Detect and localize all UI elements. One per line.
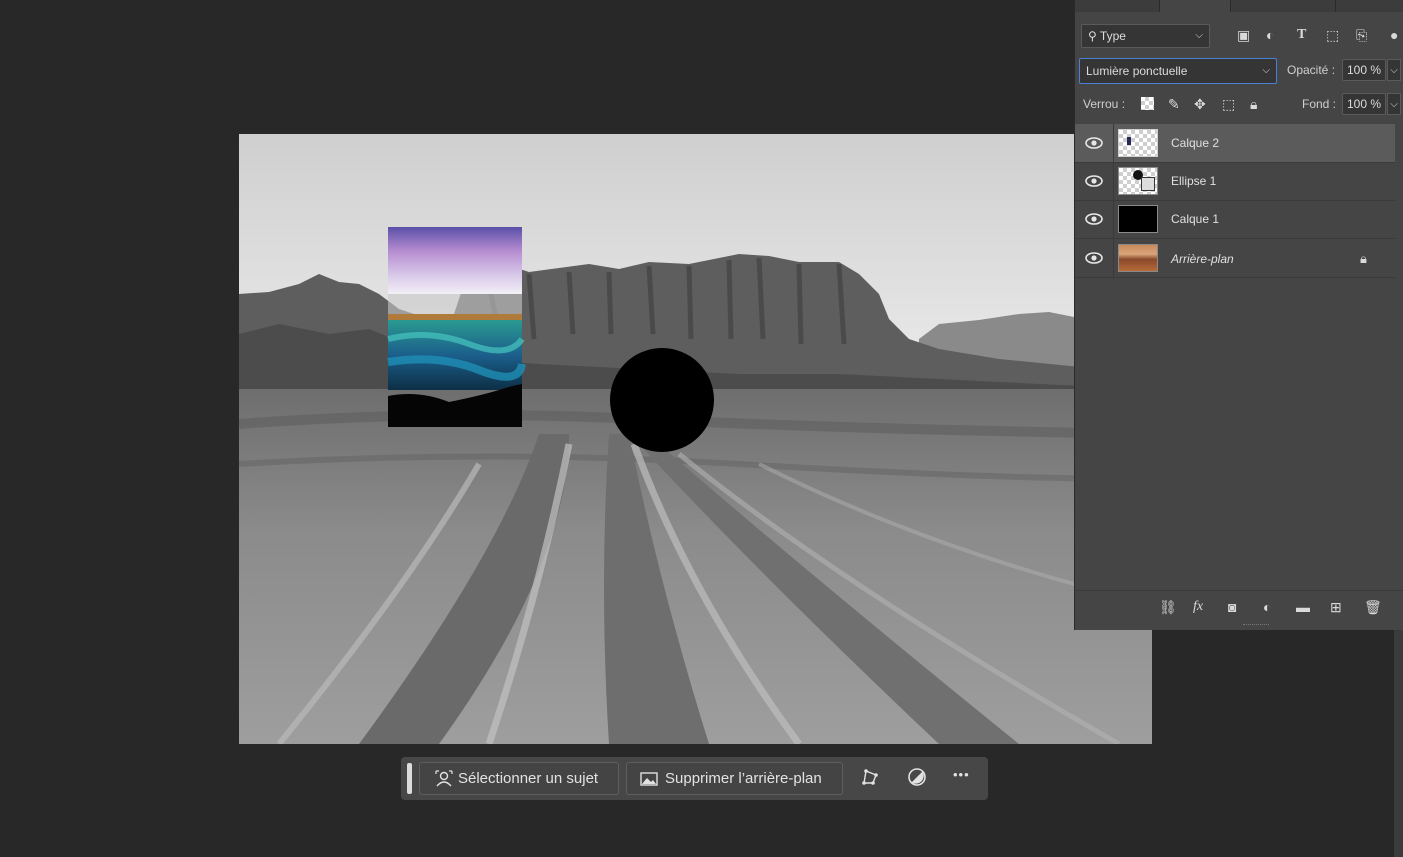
search-icon: ⚲	[1088, 29, 1097, 43]
chevron-down-icon: ⌵	[1262, 65, 1270, 76]
lock-image-pixels-icon[interactable]: ✎	[1168, 96, 1180, 112]
black-ellipse-shape	[610, 348, 714, 452]
opacity-label: Opacité :	[1287, 63, 1336, 77]
layer-row-calque-1[interactable]: Calque 1	[1075, 200, 1395, 239]
panel-tab-layers[interactable]	[1160, 0, 1231, 12]
chevron-down-icon: ⌵	[1195, 30, 1203, 41]
select-subject-label: Sélectionner un sujet	[458, 770, 599, 787]
layer-divider	[1113, 124, 1114, 162]
opacity-input[interactable]: 100 %	[1342, 59, 1386, 81]
panel-tab[interactable]	[1231, 0, 1336, 12]
panel-tab[interactable]	[1336, 0, 1403, 12]
layer-divider	[1113, 200, 1114, 238]
more-options-icon[interactable]: •••	[953, 767, 970, 782]
layer-row-arriere-plan[interactable]: Arrière-plan 🔒︎	[1075, 238, 1395, 278]
lock-artboard-icon[interactable]: ⬚	[1222, 96, 1235, 112]
opacity-chevron-icon[interactable]: ⌵	[1387, 59, 1401, 81]
adjustment-icon[interactable]	[907, 767, 927, 787]
contextual-task-bar: Sélectionner un sujet Supprimer l’arrièr…	[401, 757, 988, 800]
blend-mode-select[interactable]: Lumière ponctuelle ⌵	[1079, 58, 1277, 84]
new-group-icon[interactable]: ▬	[1296, 599, 1310, 615]
layer-thumbnail	[1118, 205, 1158, 233]
layers-panel: ⚲ Type ⌵ ▣ ◐ T ⬚ ⎘ ● Lumière ponctuelle …	[1074, 0, 1403, 630]
layer-divider	[1113, 162, 1114, 200]
shape-filter-icon[interactable]: ⬚	[1326, 27, 1339, 43]
layer-thumbnail	[1118, 244, 1158, 272]
adjustment-layer-icon[interactable]: ◐	[1263, 599, 1271, 615]
right-scrollbar[interactable]	[1394, 630, 1403, 857]
eye-icon[interactable]	[1085, 251, 1103, 265]
panel-tab-strip	[1075, 0, 1403, 12]
filter-toggle-icon[interactable]: ●	[1390, 27, 1398, 43]
remove-background-button[interactable]: Supprimer l’arrière-plan	[626, 762, 843, 795]
lock-position-icon[interactable]: ✥	[1194, 96, 1206, 112]
eye-icon[interactable]	[1085, 136, 1103, 150]
smart-object-filter-icon[interactable]: ⎘	[1356, 27, 1367, 43]
lock-all-icon[interactable]: 🔒︎	[1250, 96, 1257, 112]
link-layers-icon[interactable]: ⛓	[1159, 599, 1177, 615]
layer-filter-select[interactable]: ⚲ Type ⌵	[1081, 24, 1210, 48]
blend-mode-value: Lumière ponctuelle	[1086, 64, 1188, 78]
lock-transparent-pixels-icon[interactable]	[1141, 97, 1154, 110]
fx-icon[interactable]: fx	[1193, 599, 1203, 615]
image-icon	[640, 772, 658, 786]
transform-icon[interactable]	[860, 767, 880, 787]
image-filter-icon[interactable]: ▣	[1237, 27, 1250, 43]
lock-label: Verrou :	[1083, 97, 1126, 111]
add-mask-icon[interactable]: ◙	[1228, 599, 1236, 615]
eye-icon[interactable]	[1085, 174, 1103, 188]
adjustment-filter-icon[interactable]: ◐	[1266, 27, 1274, 43]
type-filter-icon[interactable]: T	[1297, 27, 1306, 43]
fill-label: Fond :	[1302, 97, 1337, 111]
layer-name[interactable]: Calque 2	[1171, 136, 1219, 150]
layer-row-calque-2[interactable]: Calque 2	[1075, 124, 1395, 163]
layer-name[interactable]: Calque 1	[1171, 212, 1219, 226]
new-layer-icon[interactable]: ⊞	[1330, 599, 1342, 615]
layer-row-ellipse-1[interactable]: Ellipse 1	[1075, 162, 1395, 201]
layer-divider	[1113, 238, 1114, 277]
task-bar-drag-handle[interactable]	[407, 763, 412, 794]
fill-input[interactable]: 100 %	[1342, 93, 1386, 115]
shape-layer-icon	[1141, 177, 1155, 191]
layer-thumbnail	[1118, 167, 1158, 195]
layer-name[interactable]: Arrière-plan	[1171, 252, 1234, 266]
canvas-image	[239, 134, 1152, 744]
select-subject-icon	[435, 770, 453, 787]
trash-icon[interactable]: 🗑︎	[1364, 599, 1382, 615]
lock-icon[interactable]: 🔒︎	[1360, 251, 1367, 267]
panel-tab[interactable]	[1075, 0, 1160, 12]
fill-chevron-icon[interactable]: ⌵	[1387, 93, 1401, 115]
select-subject-button[interactable]: Sélectionner un sujet	[419, 762, 619, 795]
remove-background-label: Supprimer l’arrière-plan	[665, 770, 822, 787]
layers-panel-footer: ⛓ fx ◙ ◐ ▬ ⊞ 🗑︎	[1075, 590, 1403, 623]
layer-thumbnail	[1118, 129, 1158, 157]
panel-resize-grip[interactable]	[1243, 624, 1269, 627]
eye-icon[interactable]	[1085, 212, 1103, 226]
layer-name[interactable]: Ellipse 1	[1171, 174, 1216, 188]
layer-list: Calque 2 Ellipse 1 Calque 1 Arrière-plan…	[1075, 124, 1403, 284]
layer-filter-label: Type	[1099, 29, 1126, 43]
document-canvas[interactable]	[239, 134, 1152, 744]
